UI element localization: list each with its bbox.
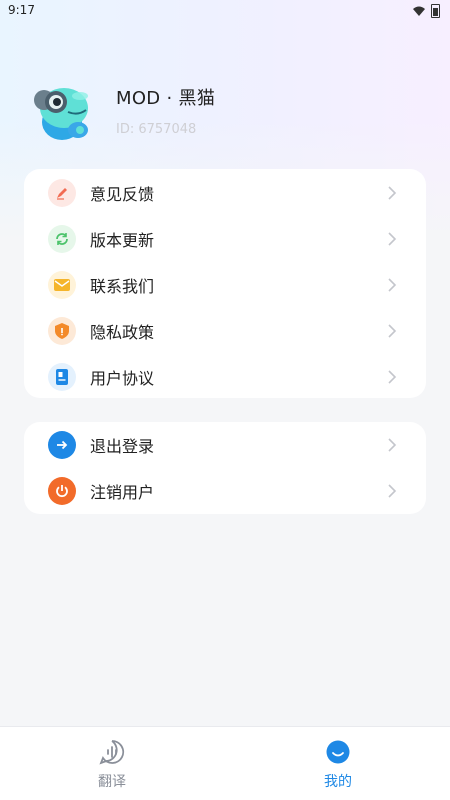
settings-card: 意见反馈 版本更新 联系我们 隐私政策 用户协议	[24, 169, 426, 398]
avatar[interactable]	[28, 78, 98, 148]
menu-item-privacy-policy[interactable]: 隐私政策	[24, 308, 426, 354]
chevron-right-icon	[388, 277, 397, 292]
nav-label: 我的	[324, 774, 352, 790]
refresh-icon	[48, 224, 76, 253]
profile-face-icon	[326, 740, 350, 764]
status-time: 9:17	[8, 3, 35, 17]
feedback-icon	[48, 178, 76, 207]
chevron-right-icon	[388, 369, 397, 384]
status-icons	[413, 4, 440, 18]
shield-icon	[48, 316, 76, 345]
menu-item-label: 意见反馈	[90, 184, 155, 204]
power-icon	[48, 477, 76, 505]
nav-tab-translate[interactable]: 翻译	[52, 727, 172, 800]
menu-item-label: 联系我们	[90, 276, 155, 296]
chevron-right-icon	[388, 231, 397, 246]
voice-translate-icon	[99, 740, 125, 765]
menu-item-label: 版本更新	[90, 230, 155, 250]
chevron-right-icon	[388, 185, 397, 200]
status-bar: 9:17	[0, 0, 450, 22]
chevron-right-icon	[388, 484, 397, 498]
mail-icon	[48, 270, 76, 299]
bottom-nav: 翻译 我的	[0, 726, 450, 800]
menu-item-user-agreement[interactable]: 用户协议	[24, 354, 426, 400]
menu-item-label: 注销用户	[90, 483, 155, 502]
menu-item-version-update[interactable]: 版本更新	[24, 216, 426, 262]
chevron-right-icon	[388, 323, 397, 338]
account-card: 退出登录 注销用户	[24, 422, 426, 514]
menu-item-feedback[interactable]: 意见反馈	[24, 170, 426, 216]
menu-item-label: 隐私政策	[90, 322, 155, 342]
menu-item-label: 退出登录	[90, 437, 155, 456]
menu-item-delete-account[interactable]: 注销用户	[24, 468, 426, 514]
profile-name: MOD · 黑猫	[116, 88, 216, 109]
menu-item-logout[interactable]: 退出登录	[24, 422, 426, 468]
document-icon	[48, 362, 76, 391]
battery-icon	[431, 4, 440, 18]
nav-tab-me[interactable]: 我的	[278, 727, 398, 800]
chevron-right-icon	[388, 438, 397, 452]
logout-arrow-icon	[48, 431, 76, 459]
menu-item-label: 用户协议	[90, 368, 155, 388]
menu-item-contact-us[interactable]: 联系我们	[24, 262, 426, 308]
nav-label: 翻译	[98, 774, 126, 790]
wifi-icon	[413, 6, 425, 16]
profile-user-id: ID: 6757048	[116, 122, 197, 137]
